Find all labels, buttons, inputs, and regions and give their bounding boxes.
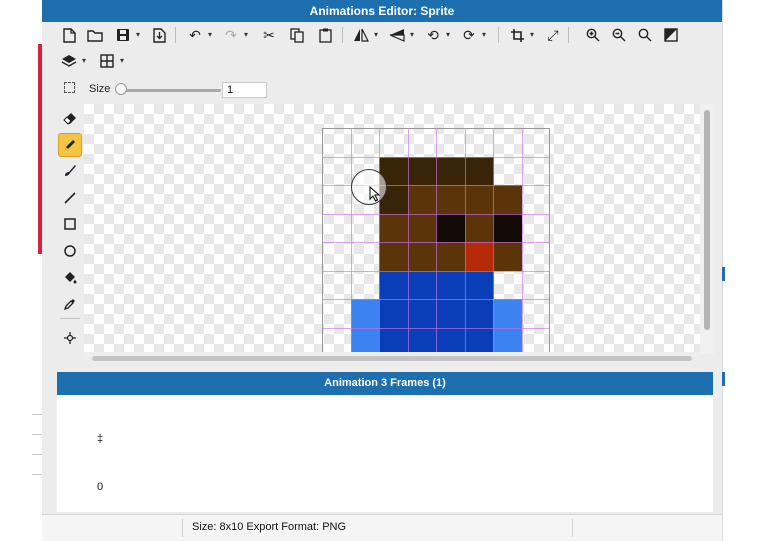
paste-icon[interactable] [316,26,334,44]
background-divider [32,454,42,455]
chevron-down-icon[interactable]: ▾ [480,29,488,41]
background-divider [32,434,42,435]
size-input[interactable]: 1 [222,82,267,98]
status-bar: Size: 8x10 Export Format: PNG [42,514,722,541]
redo-icon[interactable]: ↷ [222,26,240,44]
color-invert-icon[interactable] [662,26,680,44]
brush-icon[interactable] [58,159,82,183]
background-accent [722,267,725,281]
toolbar-separator [342,27,343,43]
open-folder-icon[interactable] [86,26,104,44]
pencil-icon[interactable] [58,132,82,157]
background-right [722,0,763,541]
background-divider [32,474,42,475]
resize-icon[interactable]: ⤢ [544,26,562,44]
grid-icon[interactable] [98,52,116,70]
export-icon[interactable] [150,26,168,44]
marquee-select-icon[interactable] [64,82,75,93]
zoom-in-icon[interactable] [584,26,602,44]
chevron-down-icon[interactable]: ▾ [118,55,126,67]
animations-editor-window: Animations Editor: Sprite ▾ ↶ ▾ ↷ ▾ ✂ ▾ [42,0,722,541]
chevron-down-icon[interactable]: ▾ [408,29,416,41]
background-left [0,0,42,541]
background-divider [32,414,42,415]
new-file-icon[interactable] [60,26,78,44]
ellipse-icon[interactable] [58,239,82,263]
rotate-left-icon[interactable]: ⟲ [424,26,442,44]
status-separator [572,519,573,537]
rotate-right-icon[interactable]: ⟳ [460,26,478,44]
chevron-down-icon[interactable]: ▾ [372,29,380,41]
size-label: Size [89,83,111,95]
chevron-down-icon[interactable]: ▾ [80,55,88,67]
toolbar-separator [175,27,176,43]
toolbar-separator [568,27,569,43]
vertical-scrollbar[interactable] [700,104,714,354]
eyedropper-icon[interactable] [58,292,82,316]
toolbar-separator [498,27,499,43]
chevron-down-icon[interactable]: ▾ [528,29,536,41]
secondary-toolbar: ▾ ▾ [42,48,722,74]
chevron-down-icon[interactable]: ▾ [206,29,214,41]
animation-frames-panel[interactable]: ‡ 0 [57,395,713,512]
move-icon[interactable] [58,326,82,350]
chevron-down-icon[interactable]: ▾ [444,29,452,41]
crop-icon[interactable] [508,26,526,44]
copy-icon[interactable] [288,26,306,44]
rectangle-icon[interactable] [58,212,82,236]
frame-marker[interactable]: ‡ [97,433,103,445]
status-text: Size: 8x10 Export Format: PNG [192,521,347,533]
window-title: Animations Editor: Sprite [42,0,722,22]
sprite-border [322,128,550,354]
paint-bucket-icon[interactable] [58,265,82,289]
animation-panel-title: Animation 3 Frames (1) [57,372,713,395]
sprite-grid[interactable] [322,128,550,354]
frame-index[interactable]: 0 [97,481,103,493]
flip-horizontal-icon[interactable] [352,26,370,44]
main-toolbar: ▾ ↶ ▾ ↷ ▾ ✂ ▾ ▾ ⟲ ▾ ⟳ ▾ ▾ ⤢ [42,22,722,48]
background-accent [722,372,725,386]
tool-palette [57,104,83,366]
status-separator [182,519,183,537]
drawing-canvas[interactable] [84,104,700,354]
zoom-fit-icon[interactable] [636,26,654,44]
flip-vertical-icon[interactable] [388,26,406,44]
undo-icon[interactable]: ↶ [186,26,204,44]
tool-separator [60,318,80,319]
eraser-icon[interactable] [58,106,82,130]
zoom-out-icon[interactable] [610,26,628,44]
mouse-pointer-icon [369,185,381,205]
cut-icon[interactable]: ✂ [260,26,278,44]
size-slider-handle[interactable] [115,83,127,95]
size-slider[interactable] [121,89,221,92]
horizontal-scrollbar[interactable] [84,352,700,364]
chevron-down-icon[interactable]: ▾ [134,29,142,41]
layers-icon[interactable] [60,52,78,70]
save-icon[interactable] [114,26,132,44]
size-bar: Size 1 [42,78,722,102]
scrollbar-thumb[interactable] [92,356,692,361]
scrollbar-thumb[interactable] [704,110,710,330]
chevron-down-icon[interactable]: ▾ [242,29,250,41]
line-icon[interactable] [58,186,82,210]
